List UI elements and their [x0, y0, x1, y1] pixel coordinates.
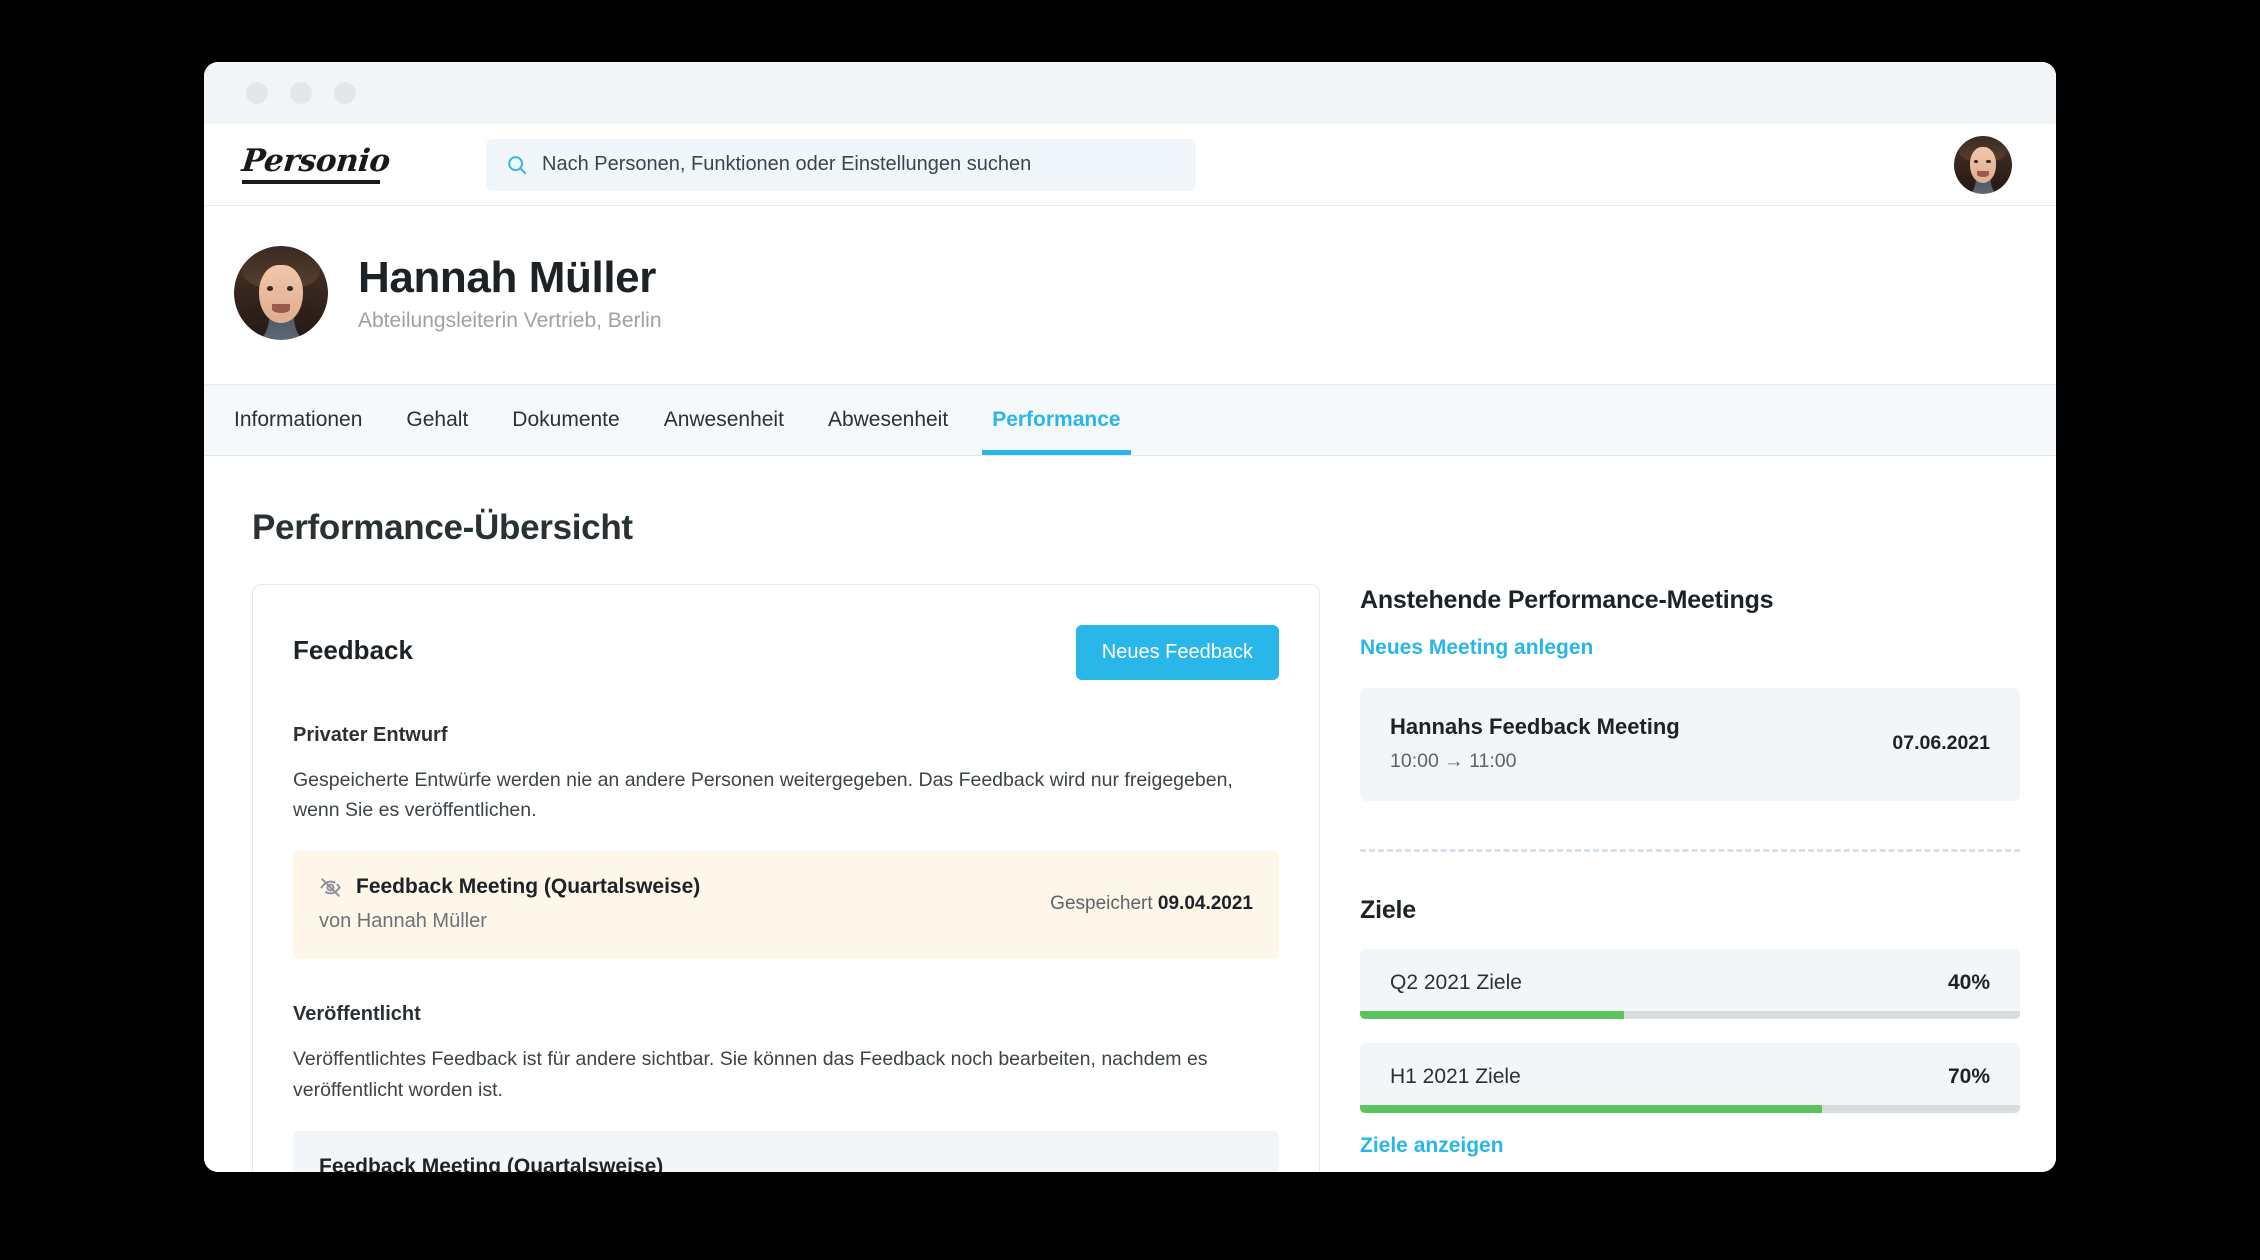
feedback-draft-main: Feedback Meeting (Quartalsweise) von Han… — [319, 875, 700, 933]
feedback-card-title: Feedback — [293, 635, 413, 665]
sidebar-divider — [1360, 849, 2020, 852]
window-dot-maximize[interactable] — [334, 82, 356, 104]
feedback-draft-author: von Hannah Müller — [319, 910, 487, 933]
logo-underline — [242, 179, 380, 184]
app-top-bar: Personio Nach Personen, Funktionen oder … — [204, 124, 2056, 206]
window-dot-close[interactable] — [246, 82, 268, 104]
search-placeholder: Nach Personen, Funktionen oder Einstellu… — [542, 153, 1032, 175]
tab-label: Dokumente — [512, 408, 620, 431]
meeting-item-date: 07.06.2021 — [1892, 732, 1990, 754]
search-input[interactable]: Nach Personen, Funktionen oder Einstellu… — [486, 138, 1196, 191]
feedback-published-main: Feedback Meeting (Quartalsweise) von Sim… — [319, 1155, 663, 1172]
eye-off-icon — [319, 876, 342, 899]
meeting-list-item[interactable]: Hannahs Feedback Meeting 10:00 → 11:00 0… — [1360, 688, 2020, 801]
tab-dokumente[interactable]: Dokumente — [490, 385, 641, 455]
meeting-item-time: 10:00 → 11:00 — [1390, 750, 1517, 772]
feedback-draft-title: Feedback Meeting (Quartalsweise) — [356, 875, 701, 899]
feedback-draft-status: Gespeichert 09.04.2021 — [1050, 893, 1253, 915]
personio-logo[interactable]: Personio — [240, 142, 394, 184]
goal-progress-fill — [1360, 1011, 1624, 1019]
tab-label: Performance — [992, 408, 1121, 431]
draft-section-label: Privater Entwurf — [293, 724, 448, 746]
profile-name: Hannah Müller — [358, 252, 656, 302]
profile-text: Hannah Müller Abteilungsleiterin Vertrie… — [358, 253, 662, 333]
goal-list-item[interactable]: H1 2021 Ziele 70% — [1360, 1043, 2020, 1113]
window-titlebar — [204, 62, 2056, 124]
goal-progress-track — [1360, 1011, 2020, 1019]
tab-performance[interactable]: Performance — [970, 385, 1142, 455]
search-icon — [506, 154, 528, 176]
tab-label: Gehalt — [406, 408, 469, 431]
feedback-published-row[interactable]: Feedback Meeting (Quartalsweise) von Sim… — [293, 1130, 1279, 1172]
feedback-draft-status-label: Gespeichert — [1050, 893, 1153, 915]
profile-tabbar: Informationen Gehalt Dokumente Anwesenhe… — [204, 384, 2056, 456]
draft-section-description: Gespeicherte Entwürfe werden nie an ande… — [293, 769, 1233, 822]
goals-title: Ziele — [1360, 896, 1416, 924]
new-feedback-button[interactable]: Neues Feedback — [1075, 625, 1279, 680]
published-section-description: Veröffentlichtes Feedback ist für andere… — [293, 1048, 1208, 1101]
window-dot-minimize[interactable] — [290, 82, 312, 104]
tab-gehalt[interactable]: Gehalt — [384, 385, 490, 455]
goal-list-item[interactable]: Q2 2021 Ziele 40% — [1360, 949, 2020, 1019]
feedback-draft-title-wrap: Feedback Meeting (Quartalsweise) — [319, 875, 700, 899]
page-title: Performance-Übersicht — [252, 508, 633, 547]
goal-item-name: Q2 2021 Ziele — [1390, 971, 1522, 994]
tab-informationen[interactable]: Informationen — [234, 385, 384, 455]
goal-item-name: H1 2021 Ziele — [1390, 1065, 1521, 1088]
browser-window: Personio Nach Personen, Funktionen oder … — [204, 62, 2056, 1172]
feedback-draft-status-date: 09.04.2021 — [1157, 893, 1253, 915]
avatar-photo — [234, 246, 328, 340]
goal-progress-fill — [1360, 1105, 1822, 1113]
meeting-item-title: Hannahs Feedback Meeting — [1390, 714, 1680, 739]
new-meeting-link[interactable]: Neues Meeting anlegen — [1360, 636, 1593, 660]
feedback-published-title-wrap: Feedback Meeting (Quartalsweise) — [319, 1155, 663, 1172]
page-content: Performance-Übersicht Feedback Neues Fee… — [204, 456, 2056, 1172]
goal-item-percent: 40% — [1947, 971, 1990, 994]
goal-item-percent: 70% — [1947, 1065, 1990, 1088]
logo-wordmark: Personio — [240, 142, 392, 179]
published-section-label: Veröffentlicht — [293, 1003, 421, 1026]
sidebar-column: Anstehende Performance-Meetings Neues Me… — [1360, 584, 2020, 1172]
goal-progress-track — [1360, 1105, 2020, 1113]
account-avatar[interactable] — [1954, 135, 2012, 194]
tab-anwesenheit[interactable]: Anwesenheit — [642, 385, 806, 455]
feedback-published-title: Feedback Meeting (Quartalsweise) — [319, 1154, 664, 1172]
view-goals-link[interactable]: Ziele anzeigen — [1360, 1134, 1504, 1158]
profile-header: Hannah Müller Abteilungsleiterin Vertrie… — [204, 206, 2056, 384]
avatar-photo — [1954, 135, 2012, 194]
tab-abwesenheit[interactable]: Abwesenheit — [806, 385, 970, 455]
tab-label: Anwesenheit — [663, 408, 784, 431]
profile-avatar[interactable] — [234, 246, 328, 340]
meeting-item-main: Hannahs Feedback Meeting 10:00 → 11:00 — [1390, 714, 1680, 773]
tab-label: Abwesenheit — [827, 408, 949, 431]
feedback-card: Feedback Neues Feedback Privater Entwurf… — [252, 584, 1320, 1172]
profile-role: Abteilungsleiterin Vertrieb, Berlin — [358, 309, 662, 333]
feedback-draft-row[interactable]: Feedback Meeting (Quartalsweise) von Han… — [293, 851, 1279, 960]
content-columns: Feedback Neues Feedback Privater Entwurf… — [204, 548, 2056, 1172]
feedback-card-header: Feedback Neues Feedback — [293, 625, 1279, 680]
meetings-title: Anstehende Performance-Meetings — [1360, 586, 1774, 614]
tab-label: Informationen — [234, 408, 363, 431]
